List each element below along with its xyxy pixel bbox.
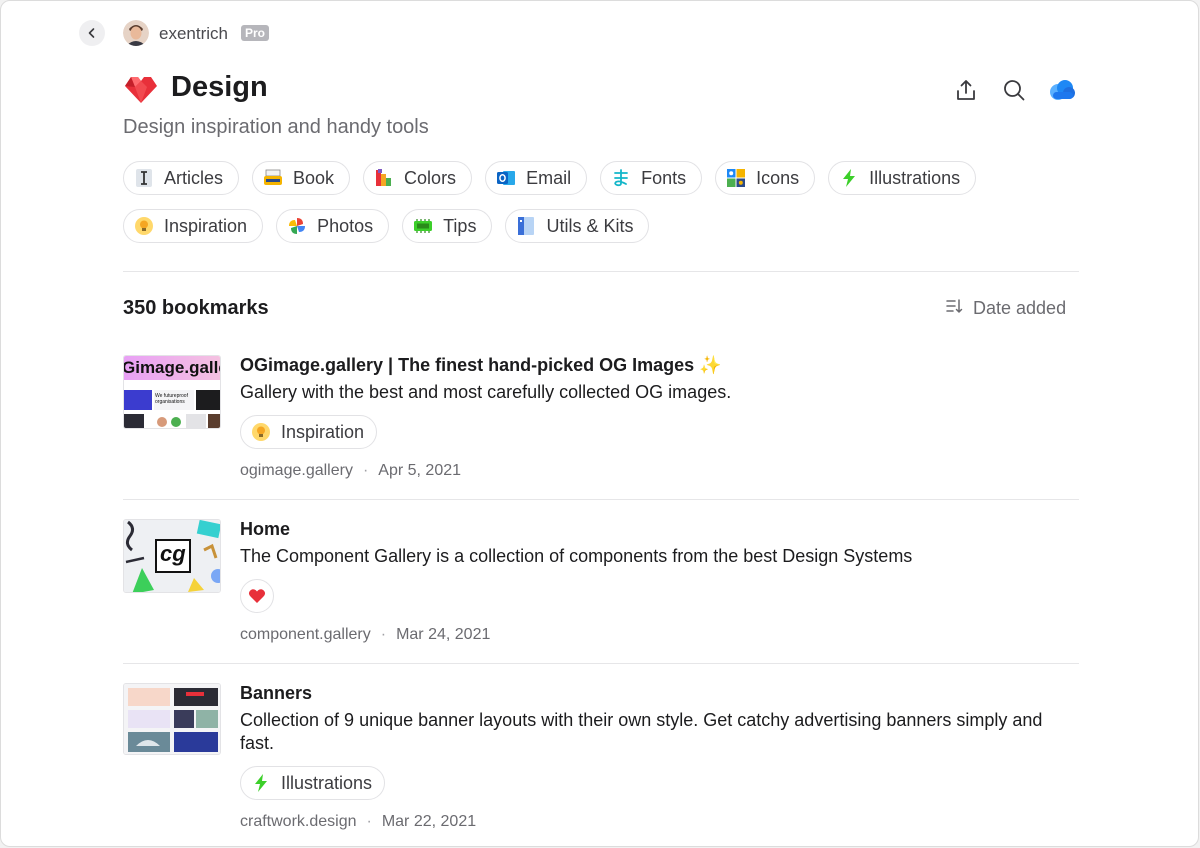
tag-label: Book: [293, 167, 335, 188]
separator-dot: ·: [366, 813, 372, 830]
tag-book[interactable]: Book: [252, 161, 351, 195]
tag-label: Illustrations: [869, 167, 961, 188]
bookmark-title[interactable]: OGimage.gallery | The finest hand-picked…: [240, 355, 722, 376]
bulb-icon: [134, 216, 154, 236]
tag-email[interactable]: Email: [485, 161, 588, 195]
username[interactable]: exentrich: [159, 24, 228, 44]
thumbnail-text: cg: [160, 541, 186, 566]
bookmark-domain[interactable]: craftwork.design: [240, 813, 357, 830]
bookmark-domain[interactable]: ogimage.gallery: [240, 462, 353, 479]
bookmark-thumbnail[interactable]: [123, 683, 221, 755]
search-icon: [1004, 80, 1025, 101]
text-cursor-icon: [134, 168, 154, 188]
divider: [123, 499, 1079, 500]
thumbnail-text: Gimage.galle: [123, 358, 221, 377]
tag-label: Colors: [404, 167, 457, 188]
tag-tips[interactable]: Tips: [402, 209, 493, 243]
divider: [123, 271, 1079, 272]
bookmark-meta: craftwork.design · Mar 22, 2021: [240, 813, 476, 831]
heart-icon: [248, 589, 266, 603]
tag-fonts[interactable]: Fonts: [600, 161, 703, 195]
tag-label: Email: [526, 167, 572, 188]
collection-tags: Articles Book Colors Email Fonts Icons I…: [123, 161, 1083, 257]
lightning-icon: [251, 773, 271, 793]
bookmark-meta: ogimage.gallery · Apr 5, 2021: [240, 462, 461, 480]
bookmark-tag-label: Illustrations: [281, 772, 373, 793]
back-button[interactable]: [79, 20, 105, 46]
book-blue-icon: [516, 216, 536, 236]
tag-photos[interactable]: Photos: [276, 209, 390, 243]
pro-badge: Pro: [241, 25, 270, 41]
separator-dot: ·: [362, 462, 369, 479]
chevron-left-icon: [88, 28, 95, 38]
lightning-icon: [839, 168, 859, 188]
bookmark-date: Mar 24, 2021: [396, 626, 491, 643]
bulb-icon: [251, 422, 271, 442]
bookmark-description: Collection of 9 unique banner layouts wi…: [240, 710, 1043, 753]
tag-inspiration[interactable]: Inspiration: [123, 209, 264, 243]
icon-grid-icon: [726, 168, 746, 188]
thumbnail-caption: We futureproof organisations: [155, 393, 188, 405]
hiragana-icon: [611, 168, 631, 188]
page-subtitle: Design inspiration and handy tools: [123, 116, 429, 138]
bookmark-date: Mar 22, 2021: [381, 813, 477, 830]
bookmark-domain[interactable]: component.gallery: [240, 626, 371, 643]
tag-label: Fonts: [641, 167, 687, 188]
bookmark-title[interactable]: Banners: [240, 683, 312, 704]
sort-icon: [945, 297, 963, 320]
tag-label: Articles: [164, 167, 224, 188]
search-button[interactable]: [1001, 77, 1027, 103]
bookmark-tag-label: Inspiration: [281, 421, 365, 442]
bookmark-title[interactable]: Home: [240, 519, 290, 540]
tag-utils-kits[interactable]: Utils & Kits: [505, 209, 650, 243]
bookmark-description: The Component Gallery is a collection of…: [240, 546, 913, 566]
pinwheel-icon: [287, 216, 307, 236]
heart-collection-icon: [123, 74, 159, 104]
outlook-icon: [496, 168, 516, 188]
tag-label: Photos: [317, 215, 374, 236]
avatar[interactable]: [123, 20, 149, 46]
bookmark-thumbnail[interactable]: Gimage.galle We futureproof organisation…: [123, 355, 221, 429]
cloud-icon: [1050, 80, 1075, 100]
bookmark-item[interactable]: Banners Collection of 9 unique banner la…: [123, 683, 1079, 843]
cloud-button[interactable]: [1047, 77, 1077, 103]
bookmark-item[interactable]: Gimage.galle We futureproof organisation…: [123, 355, 1079, 485]
typewriter-icon: [263, 168, 283, 188]
share-icon: [957, 80, 975, 100]
tag-label: Utils & Kits: [546, 215, 634, 236]
tag-illustrations[interactable]: Illustrations: [828, 161, 977, 195]
app-window: exentrich Pro Design Design inspiration …: [0, 0, 1199, 847]
palette-icon: [374, 168, 394, 188]
bookmark-description: Gallery with the best and most carefully…: [240, 382, 732, 402]
bookmark-count: 350 bookmarks: [123, 297, 269, 319]
separator-dot: ·: [380, 626, 387, 643]
bookmark-tag[interactable]: Illustrations: [240, 766, 386, 800]
tag-colors[interactable]: Colors: [363, 161, 473, 195]
sort-button[interactable]: Date added: [945, 297, 1066, 320]
bookmark-thumbnail[interactable]: cg: [123, 519, 221, 593]
tag-label: Tips: [443, 215, 477, 236]
bookmark-tag[interactable]: [240, 579, 274, 613]
bookmark-tag[interactable]: Inspiration: [240, 415, 378, 449]
page-title: Design: [171, 71, 268, 103]
tag-label: Icons: [756, 167, 800, 188]
chip-icon: [413, 216, 433, 236]
sort-label: Date added: [973, 298, 1067, 318]
tag-label: Inspiration: [164, 215, 248, 236]
bookmark-item[interactable]: cg Home The Component Gallery is a colle…: [123, 519, 1079, 649]
bookmark-meta: component.gallery · Mar 24, 2021: [240, 626, 490, 644]
tag-articles[interactable]: Articles: [123, 161, 240, 195]
share-button[interactable]: [953, 77, 979, 103]
bookmark-date: Apr 5, 2021: [378, 462, 462, 479]
tag-icons[interactable]: Icons: [715, 161, 816, 195]
divider: [123, 663, 1079, 664]
